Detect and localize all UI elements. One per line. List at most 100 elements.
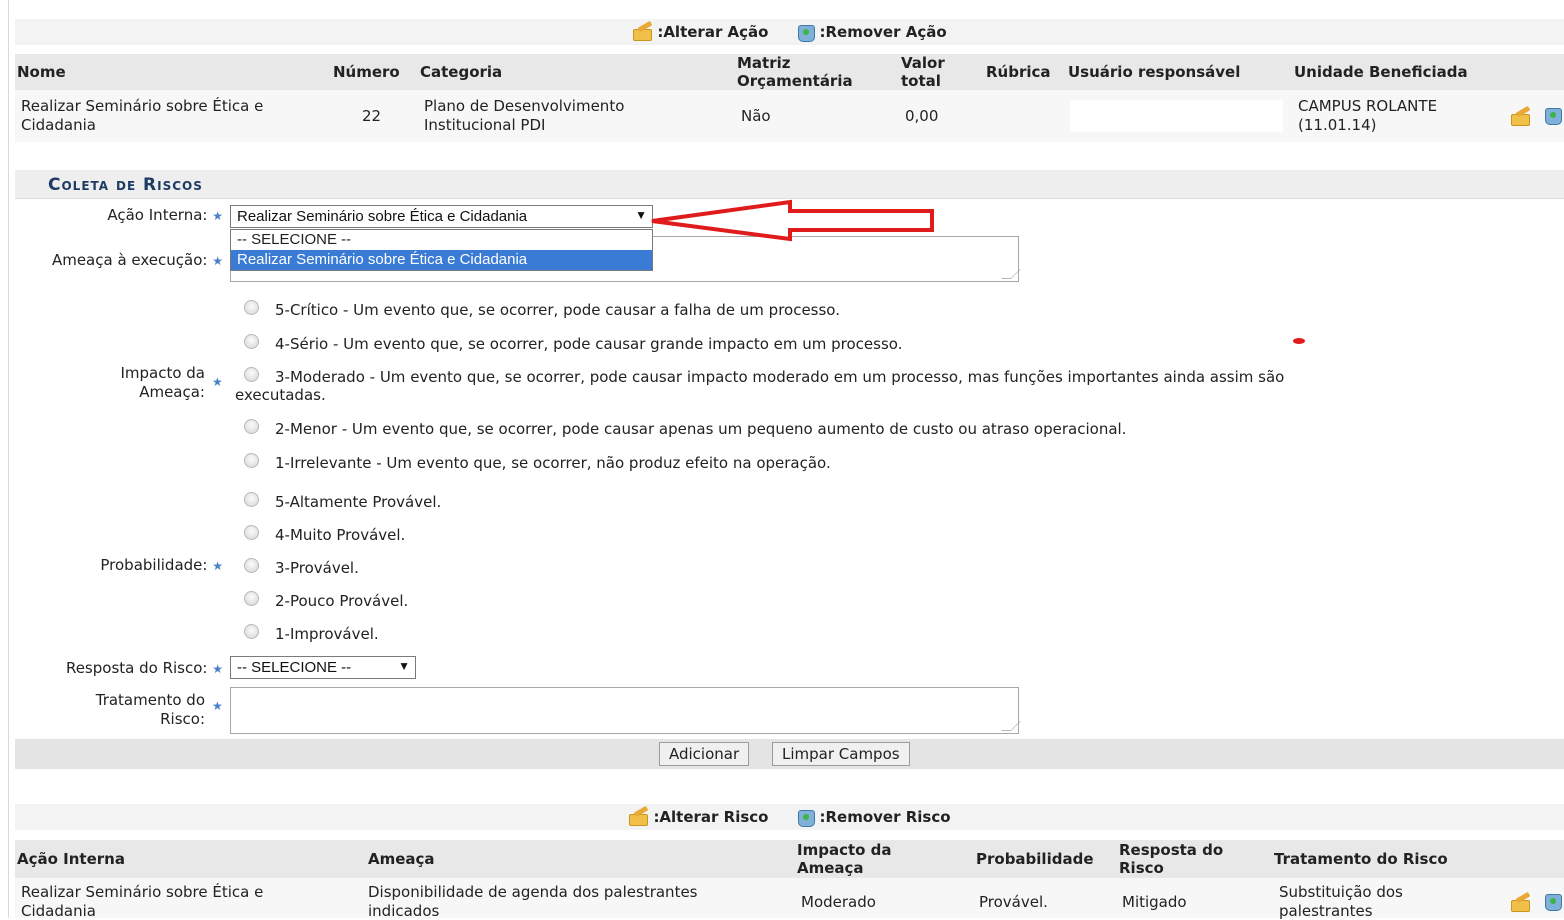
table-row: Realizar Seminário sobre Ética e Cidadan…: [15, 878, 1564, 920]
col-resposta-2: Risco: [1119, 859, 1164, 877]
impacto-radio-2[interactable]: [244, 419, 259, 434]
adicionar-button[interactable]: Adicionar: [659, 742, 750, 766]
legend-remover-acao-label: :Remover Ação: [819, 23, 947, 41]
trash-icon: [795, 808, 817, 827]
col-categoria: Categoria: [420, 63, 503, 81]
tratamento-textarea[interactable]: [230, 687, 1019, 734]
acao-interna-selected: Realizar Seminário sobre Ética e Cidadan…: [237, 208, 528, 225]
col-matriz-1: Matriz: [737, 54, 791, 72]
edit-acao-pencil-icon[interactable]: [1510, 108, 1532, 126]
probabilidade-label-text: Probabilidade:: [100, 556, 208, 574]
risco-tratamento-2: palestrantes: [1279, 902, 1373, 920]
acao-interna-label: Ação Interna: ★: [15, 206, 223, 224]
col-usuario: Usuário responsável: [1068, 63, 1241, 81]
impacto-label-1: Impacto da: [120, 364, 205, 382]
impacto-label: Impacto da Ameaça:: [15, 364, 205, 402]
annotation-dot: [1293, 338, 1305, 344]
impacto-radio-5[interactable]: [244, 300, 259, 315]
riscos-table-header: Ação Interna Ameaça Impacto da Ameaça Pr…: [15, 840, 1564, 878]
dropdown-option-realizar-seminario[interactable]: Realizar Seminário sobre Ética e Cidadan…: [231, 250, 652, 270]
required-star-icon: ★: [212, 375, 223, 389]
edit-risco-pencil-icon[interactable]: [1510, 894, 1532, 912]
acao-categoria-1: Plano de Desenvolvimento: [424, 97, 625, 115]
dropdown-arrow-icon: ▼: [398, 659, 410, 673]
col-ameaca: Ameaça: [368, 850, 435, 868]
impacto-option-2: 2-Menor - Um evento que, se ocorrer, pod…: [275, 420, 1127, 438]
pencil-icon: [628, 808, 650, 826]
impacto-option-5: 5-Crítico - Um evento que, se ocorrer, p…: [275, 301, 840, 319]
required-star-icon: ★: [212, 699, 223, 713]
tratamento-label: Tratamento do Risco:: [15, 691, 205, 729]
impacto-radio-4[interactable]: [244, 334, 259, 349]
required-star-icon: ★: [212, 209, 223, 223]
probabilidade-option-3: 3-Provável.: [275, 559, 359, 577]
probabilidade-radio-4[interactable]: [244, 525, 259, 540]
risco-acao-2: Cidadania: [21, 902, 96, 920]
probabilidade-radio-5[interactable]: [244, 492, 259, 507]
left-border: [8, 0, 9, 918]
acao-nome-1: Realizar Seminário sobre Ética e: [21, 97, 264, 115]
impacto-label-2: Ameaça:: [139, 383, 205, 401]
remove-acao-trash-icon[interactable]: [1542, 106, 1564, 125]
acao-categoria-2: Institucional PDI: [424, 116, 546, 134]
ameaca-label-text: Ameaça à execução:: [51, 251, 208, 269]
col-tratamento: Tratamento do Risco: [1274, 850, 1448, 868]
required-star-icon: ★: [212, 662, 223, 676]
required-star-icon: ★: [212, 254, 223, 268]
col-impacto-1: Impacto da: [797, 841, 892, 859]
legend-alterar-risco: :Alterar Risco: [628, 808, 769, 826]
probabilidade-option-5: 5-Altamente Provável.: [275, 493, 442, 511]
col-impacto-2: Ameaça: [797, 859, 864, 877]
impacto-option-3: 3-Moderado - Um evento que, se ocorrer, …: [275, 368, 1285, 386]
probabilidade-option-1: 1-Improvável.: [275, 625, 379, 643]
legend-remover-risco: :Remover Risco: [795, 808, 951, 827]
risco-impacto: Moderado: [801, 893, 876, 911]
impacto-option-3-cont: executadas.: [235, 386, 326, 404]
trash-icon: [795, 23, 817, 42]
remove-risco-trash-icon[interactable]: [1542, 892, 1564, 911]
section-title: Coleta de Riscos: [48, 175, 203, 195]
impacto-option-1: 1-Irrelevante - Um evento que, se ocorre…: [275, 454, 831, 472]
col-unidade: Unidade Beneficiada: [1294, 63, 1468, 81]
risco-ameaca-2: indicados: [368, 902, 440, 920]
limpar-campos-button[interactable]: Limpar Campos: [772, 742, 910, 766]
col-matriz-2: Orçamentária: [737, 72, 853, 90]
col-resposta-1: Resposta do: [1119, 841, 1224, 859]
acoes-legend: :Alterar Ação :Remover Ação: [15, 19, 1564, 45]
legend-remover-risco-label: :Remover Risco: [819, 808, 951, 826]
resposta-select[interactable]: -- SELECIONE -- ▼: [230, 656, 416, 679]
acao-matriz: Não: [741, 107, 771, 125]
col-rubrica: Rúbrica: [986, 63, 1051, 81]
col-probabilidade: Probabilidade: [976, 850, 1094, 868]
resposta-selected: -- SELECIONE --: [237, 659, 352, 676]
col-numero: Número: [333, 63, 400, 81]
legend-alterar-risco-label: :Alterar Risco: [653, 808, 769, 826]
probabilidade-radio-1[interactable]: [244, 624, 259, 639]
annotation-arrow: [651, 199, 934, 242]
legend-remover-acao: :Remover Ação: [795, 23, 947, 42]
acao-interna-label-text: Ação Interna:: [107, 206, 208, 224]
acao-numero: 22: [362, 107, 382, 125]
acao-valor: 0,00: [905, 107, 939, 125]
tratamento-label-2: Risco:: [160, 710, 205, 728]
ameaca-label: Ameaça à execução: ★: [15, 251, 223, 269]
probabilidade-radio-2[interactable]: [244, 591, 259, 606]
col-nome: Nome: [17, 63, 66, 81]
impacto-radio-3[interactable]: [244, 367, 259, 382]
acao-unidade-2: (11.01.14): [1298, 116, 1377, 134]
acao-interna-dropdown-list[interactable]: -- SELECIONE -- Realizar Seminário sobre…: [230, 229, 653, 271]
table-row: Realizar Seminário sobre Ética e Cidadan…: [15, 90, 1564, 142]
impacto-radio-1[interactable]: [244, 453, 259, 468]
form-button-bar: Adicionar Limpar Campos: [15, 739, 1564, 769]
col-valor-1: Valor: [901, 54, 945, 72]
legend-alterar-acao: :Alterar Ação: [632, 23, 769, 41]
resposta-label: Resposta do Risco: ★: [15, 659, 223, 677]
acao-unidade-1: CAMPUS ROLANTE: [1298, 97, 1438, 115]
pencil-icon: [632, 23, 654, 41]
probabilidade-label: Probabilidade: ★: [15, 556, 223, 574]
acao-interna-select[interactable]: Realizar Seminário sobre Ética e Cidadan…: [230, 205, 653, 228]
resposta-label-text: Resposta do Risco:: [65, 659, 208, 677]
dropdown-option-selecione[interactable]: -- SELECIONE --: [231, 230, 652, 250]
probabilidade-radio-3[interactable]: [244, 558, 259, 573]
acoes-table-header: Nome Número Categoria Matriz Orçamentári…: [15, 54, 1564, 90]
